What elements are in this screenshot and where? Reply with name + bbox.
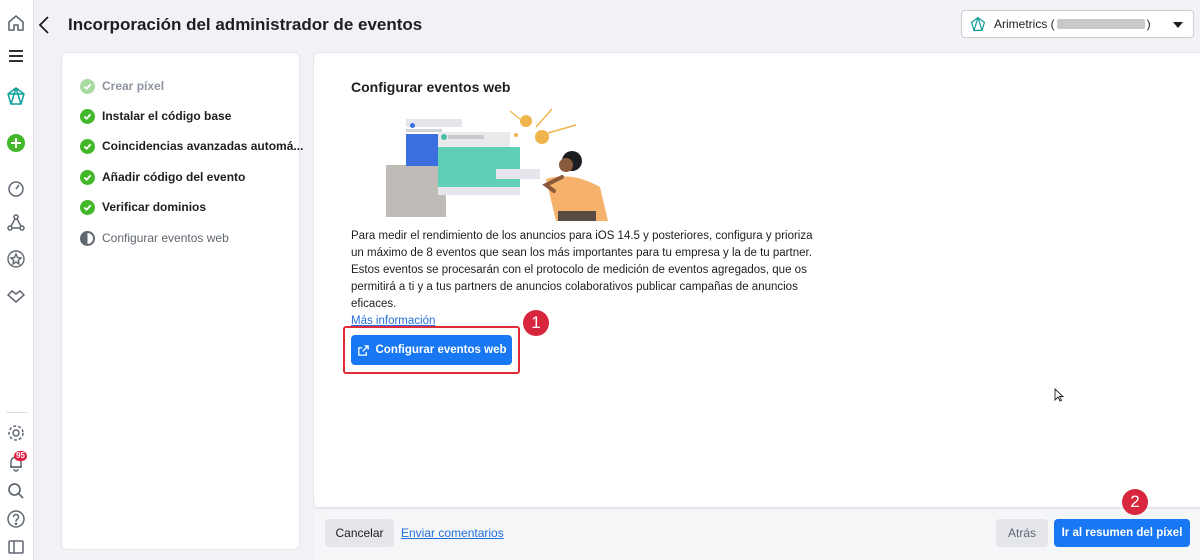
configure-web-events-button[interactable]: Configurar eventos web — [351, 335, 512, 365]
web-events-illustration — [386, 108, 608, 221]
notification-badge: 95 — [14, 451, 27, 461]
page-title: Incorporación del administrador de event… — [68, 15, 423, 34]
in-progress-icon — [80, 230, 95, 246]
rail-divider — [6, 412, 28, 413]
menu-icon[interactable] — [5, 45, 27, 67]
check-icon — [80, 169, 95, 185]
step-label: Coincidencias avanzadas automá... — [102, 139, 304, 153]
configure-button-label: Configurar eventos web — [375, 344, 507, 356]
description-text: Para medir el rendimiento de los anuncio… — [351, 230, 813, 310]
step-verify-domains: Verificar dominios — [80, 198, 206, 216]
footer-bar: Cancelar Enviar comentarios Atrás Ir al … — [313, 489, 1200, 560]
connections-icon[interactable] — [5, 212, 27, 234]
search-icon[interactable] — [5, 480, 27, 502]
section-heading: Configurar eventos web — [351, 79, 511, 95]
step-label: Crear píxel — [102, 79, 165, 93]
chevron-down-icon — [1173, 22, 1183, 28]
back-chevron-icon[interactable] — [34, 14, 54, 36]
step-add-event-code: Añadir código del evento — [80, 168, 245, 186]
check-icon — [80, 199, 95, 215]
settings-gear-icon[interactable] — [5, 422, 27, 444]
step-install-base-code: Instalar el código base — [80, 107, 231, 125]
partners-handshake-icon[interactable] — [5, 284, 27, 306]
create-plus-icon[interactable] — [5, 132, 27, 154]
redacted-account-id — [1056, 19, 1145, 29]
step-label: Instalar el código base — [102, 109, 232, 123]
account-name: Arimetrics ( — [994, 17, 1055, 31]
back-button[interactable]: Atrás — [996, 519, 1048, 547]
annotation-marker-1: 1 — [523, 310, 549, 336]
account-selector[interactable]: Arimetrics ( ) — [961, 10, 1194, 38]
left-nav-rail: 95 — [0, 0, 34, 560]
cancel-button[interactable]: Cancelar — [325, 519, 394, 547]
check-icon — [80, 108, 95, 124]
step-create-pixel: Crear píxel — [80, 77, 164, 95]
events-manager-icon — [970, 16, 986, 31]
main-panel: Configurar eventos web Para medir el ren… — [313, 52, 1200, 508]
check-icon — [80, 78, 95, 94]
events-manager-icon[interactable] — [5, 85, 27, 107]
help-icon[interactable] — [5, 508, 27, 530]
send-feedback-link[interactable]: Enviar comentarios — [401, 526, 504, 540]
step-advanced-matching: Coincidencias avanzadas automá... — [80, 137, 303, 155]
mouse-cursor-icon — [1054, 388, 1064, 402]
go-to-pixel-summary-button[interactable]: Ir al resumen del píxel — [1054, 519, 1190, 547]
external-link-icon — [357, 344, 369, 356]
step-label: Configurar eventos web — [102, 231, 229, 245]
home-icon[interactable] — [5, 12, 27, 34]
account-paren-close: ) — [1146, 17, 1151, 31]
star-icon[interactable] — [5, 248, 27, 270]
dashboard-gauge-icon[interactable] — [5, 177, 27, 199]
step-configure-web-events: Configurar eventos web — [80, 229, 229, 247]
steps-panel: Crear píxel Instalar el código base Coin… — [61, 52, 303, 550]
step-label: Añadir código del evento — [102, 170, 246, 184]
annotation-marker-2: 2 — [1122, 489, 1148, 515]
step-label: Verificar dominios — [102, 200, 207, 214]
check-icon — [80, 138, 95, 154]
panel-toggle-icon[interactable] — [5, 536, 27, 558]
